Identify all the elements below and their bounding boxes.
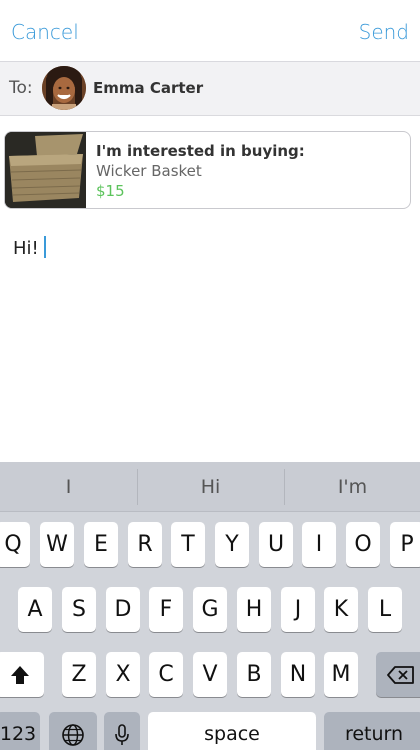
key-a[interactable]: A bbox=[18, 587, 52, 632]
key-e[interactable]: E bbox=[84, 522, 118, 567]
shift-arrow-icon bbox=[11, 666, 29, 684]
listing-price: $15 bbox=[96, 182, 125, 200]
message-input[interactable]: Hi! bbox=[13, 236, 46, 259]
listing-card[interactable]: I'm interested in buying: Wicker Basket … bbox=[4, 131, 411, 209]
key-f[interactable]: F bbox=[149, 587, 183, 632]
key-x[interactable]: X bbox=[106, 652, 140, 697]
suggestion-1[interactable]: I bbox=[0, 462, 137, 512]
return-key[interactable]: return bbox=[324, 712, 420, 750]
shift-key[interactable] bbox=[0, 652, 44, 697]
globe-icon bbox=[62, 724, 84, 746]
key-b[interactable]: B bbox=[237, 652, 271, 697]
avatar bbox=[42, 66, 86, 110]
key-h[interactable]: H bbox=[237, 587, 271, 632]
key-p[interactable]: P bbox=[390, 522, 420, 567]
listing-heading: I'm interested in buying: bbox=[96, 142, 305, 160]
key-c[interactable]: C bbox=[149, 652, 183, 697]
key-k[interactable]: K bbox=[324, 587, 358, 632]
wicker-basket-image bbox=[5, 132, 86, 208]
globe-key[interactable] bbox=[49, 712, 97, 750]
key-l[interactable]: L bbox=[368, 587, 402, 632]
navigation-bar: Cancel Send bbox=[0, 0, 420, 62]
send-button[interactable]: Send bbox=[359, 20, 409, 44]
listing-thumbnail bbox=[5, 132, 86, 208]
cancel-button[interactable]: Cancel bbox=[11, 20, 79, 44]
key-r[interactable]: R bbox=[128, 522, 162, 567]
key-n[interactable]: N bbox=[281, 652, 315, 697]
key-t[interactable]: T bbox=[171, 522, 205, 567]
key-j[interactable]: J bbox=[281, 587, 315, 632]
message-text: Hi! bbox=[13, 238, 39, 259]
backspace-icon bbox=[387, 666, 414, 684]
suggestion-2[interactable]: Hi bbox=[138, 462, 283, 512]
key-u[interactable]: U bbox=[259, 522, 293, 567]
key-z[interactable]: Z bbox=[62, 652, 96, 697]
key-v[interactable]: V bbox=[193, 652, 227, 697]
listing-item-name: Wicker Basket bbox=[96, 162, 202, 180]
to-label: To: bbox=[9, 78, 33, 98]
key-o[interactable]: O bbox=[346, 522, 380, 567]
key-i[interactable]: I bbox=[302, 522, 336, 567]
keyboard: I Hi I'm Q W E R T Y U I O P A S D F G H… bbox=[0, 462, 420, 750]
key-m[interactable]: M bbox=[324, 652, 358, 697]
suggestion-3[interactable]: I'm bbox=[285, 462, 420, 512]
space-key[interactable]: space bbox=[148, 712, 316, 750]
dictation-key[interactable] bbox=[104, 712, 140, 750]
delete-key[interactable] bbox=[376, 652, 420, 697]
key-s[interactable]: S bbox=[62, 587, 96, 632]
text-cursor bbox=[43, 236, 46, 258]
suggestion-bar: I Hi I'm bbox=[0, 462, 420, 512]
key-y[interactable]: Y bbox=[215, 522, 249, 567]
key-q[interactable]: Q bbox=[0, 522, 30, 567]
key-d[interactable]: D bbox=[106, 587, 140, 632]
key-g[interactable]: G bbox=[193, 587, 227, 632]
recipient-row: To: Emma Carter bbox=[0, 62, 420, 116]
numbers-key[interactable]: 123 bbox=[0, 712, 40, 750]
recipient-name[interactable]: Emma Carter bbox=[93, 79, 203, 97]
key-w[interactable]: W bbox=[40, 522, 74, 567]
microphone-icon bbox=[115, 724, 129, 745]
avatar-image bbox=[42, 66, 86, 110]
